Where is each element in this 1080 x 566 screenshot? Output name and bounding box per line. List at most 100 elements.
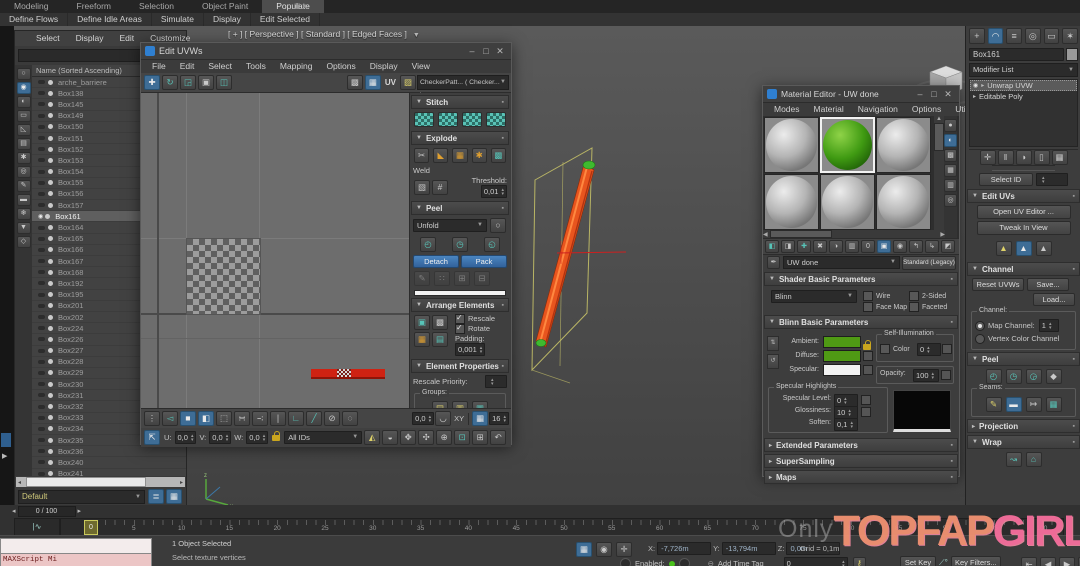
menu-select[interactable]: Select	[201, 60, 239, 73]
play-icon[interactable]: ▶	[1059, 557, 1075, 566]
make-unique-icon[interactable]: ◑	[829, 240, 843, 253]
scale-icon[interactable]: ◲	[180, 75, 196, 90]
put-material-icon[interactable]: ◨	[781, 240, 795, 253]
select-element-icon[interactable]: ◧	[198, 411, 214, 426]
material-editor-titlebar[interactable]: Material Editor - UW done – □ ✕	[763, 86, 959, 103]
modify-tab-icon[interactable]: ◠	[988, 28, 1004, 44]
ribbon-tool-define-idle-areas[interactable]: Define Idle Areas	[68, 13, 152, 26]
pack-button[interactable]: Pack	[461, 255, 507, 268]
menu-display[interactable]: Display	[69, 32, 111, 45]
quick-transform-icon[interactable]: ▲	[1036, 241, 1052, 256]
filter-visible-icon[interactable]: ◉	[17, 82, 31, 94]
frame-forward-icon[interactable]: ▸	[78, 507, 82, 515]
peel-mode-icon[interactable]: ◷	[452, 237, 468, 252]
ambient-color-swatch[interactable]	[823, 336, 861, 348]
rollout-extended-parameters[interactable]: ▸Extended Parameters▪	[764, 438, 958, 452]
u-field[interactable]: 0,0▴▾	[175, 431, 197, 444]
freeze-icon[interactable]: ◒	[382, 430, 398, 445]
padding-spinner[interactable]: 0,001▴▾	[455, 343, 485, 356]
rollout-blinn-basic[interactable]: ▼Blinn Basic Parameters▪	[764, 315, 958, 329]
select-id-spinner[interactable]: ▴▾	[1036, 173, 1068, 186]
filter-particles-icon[interactable]: ✱	[17, 152, 31, 164]
rollout-arrange-elements[interactable]: ▼Arrange Elements▪	[411, 298, 509, 312]
uv-space-button[interactable]: UV	[382, 78, 399, 87]
expand-to-seam-icon[interactable]: ⊞	[454, 271, 470, 286]
filter-all-icon[interactable]: ○	[17, 68, 31, 80]
list-item[interactable]: Box241	[32, 469, 186, 476]
utilities-tab-icon[interactable]: ✶	[1062, 28, 1078, 44]
rollout-stitch[interactable]: ▼Stitch▪	[411, 95, 509, 109]
menu-display[interactable]: Display	[363, 60, 405, 73]
shader-type-dropdown[interactable]: Blinn▼	[771, 290, 857, 303]
curve-editor-mini-icon[interactable]: |∿	[14, 518, 60, 536]
align-vertical-icon[interactable]: ∣	[270, 411, 286, 426]
weld-selected-icon[interactable]: #	[432, 180, 448, 195]
panel-splitter[interactable]	[992, 165, 1055, 171]
maximize-icon[interactable]: □	[927, 87, 941, 101]
object-color-swatch[interactable]	[1066, 48, 1078, 61]
material-slot[interactable]	[820, 174, 875, 230]
ribbon-tab-modeling[interactable]: Modeling	[0, 0, 63, 13]
ribbon-tool-edit-selected[interactable]: Edit Selected	[251, 13, 320, 26]
object-name-field[interactable]: Box161	[969, 48, 1064, 61]
ambient-diffuse-lock-icon[interactable]: ⇅	[767, 336, 779, 351]
rearrange-icon[interactable]: ▤	[432, 332, 448, 347]
dock-handle[interactable]	[1, 433, 11, 447]
point-to-point-seam-icon[interactable]: ∷	[434, 271, 450, 286]
map-channel-spinner[interactable]: 1▴▾	[1039, 319, 1059, 332]
rescale-priority-spinner[interactable]: ▴▾	[485, 375, 507, 388]
zoom-region-icon[interactable]: ⊡	[454, 430, 470, 445]
filter-spacewarps-icon[interactable]: ▤	[17, 138, 31, 150]
current-frame-spinner[interactable]: 0▴▾	[784, 557, 848, 566]
ribbon-tool-display[interactable]: Display	[204, 13, 251, 26]
motion-tab-icon[interactable]: ◎	[1025, 28, 1041, 44]
vertex-mode-icon[interactable]: ⋮	[144, 411, 160, 426]
absolute-typein-icon[interactable]: ⇱	[144, 430, 160, 445]
material-slot[interactable]	[764, 174, 819, 230]
w-field[interactable]: 0,0▴▾	[246, 431, 268, 444]
filter-helpers-icon[interactable]: ◺	[17, 124, 31, 136]
backlight-icon[interactable]: ◐	[944, 134, 957, 147]
load-uvws-button[interactable]: Load...	[1033, 293, 1075, 306]
key-mode-icon[interactable]: ⚷	[853, 557, 866, 566]
threshold-spinner[interactable]: 0,01▴▾	[481, 185, 507, 198]
quick-peel-icon[interactable]: ▲	[1016, 241, 1032, 256]
relative-absolute-icon[interactable]: ✛	[616, 542, 632, 557]
specular-level-map-button[interactable]	[861, 395, 871, 405]
ribbon-tab-selection[interactable]: Selection	[125, 0, 188, 13]
display-tab-icon[interactable]: ▭	[1044, 28, 1060, 44]
map-channel-radio[interactable]	[975, 321, 985, 331]
ribbon-tool-define-flows[interactable]: Define Flows	[0, 13, 68, 26]
lock-selection-icon[interactable]: ◉	[596, 542, 612, 557]
freeform-gizmo-icon[interactable]: ▣	[198, 75, 214, 90]
opacity-spinner[interactable]: 100▴▾	[913, 369, 939, 382]
stitch-to-target-icon[interactable]	[438, 112, 458, 127]
break-by-smoothing-icon[interactable]: ◣	[433, 148, 448, 163]
faceted-checkbox[interactable]	[909, 302, 919, 312]
rotate-angle-spinner[interactable]: 0,0▴▾	[412, 412, 434, 425]
shrink-to-seam-icon[interactable]: ⊟	[474, 271, 490, 286]
rollout-wrap[interactable]: ▼Wrap▪	[967, 435, 1080, 449]
pack-custom-icon[interactable]: ▦	[414, 332, 430, 347]
uv-checker-cluster[interactable]	[186, 238, 261, 315]
scroll-right-icon[interactable]: ▸	[178, 479, 185, 486]
stitch-custom-icon[interactable]	[414, 112, 434, 127]
quick-peel-icon[interactable]: ◴	[986, 369, 1002, 384]
hierarchy-tab-icon[interactable]: ≡	[1006, 28, 1022, 44]
menu-edit[interactable]: Edit	[173, 60, 202, 73]
modifier-stack-item[interactable]: ▸Editable Poly	[970, 91, 1077, 102]
layer-selector[interactable]: Default▼	[18, 490, 145, 504]
rollout-maps[interactable]: ▸Maps▪	[764, 470, 958, 484]
viewport-label[interactable]: [ + ] [ Perspective ] [ Standard ] [ Edg…	[228, 29, 420, 39]
material-slot[interactable]	[876, 174, 931, 230]
explorer-search-input[interactable]	[18, 49, 151, 62]
v-field[interactable]: 0,0▴▾	[209, 431, 231, 444]
configure-modifier-sets-icon[interactable]: ▦	[1052, 150, 1068, 165]
video-color-check-icon[interactable]: ▥	[944, 179, 957, 192]
diffuse-color-swatch[interactable]	[823, 350, 861, 362]
material-name-dropdown[interactable]: UW done▼	[783, 256, 900, 269]
dock-expand-icon[interactable]: ▶	[2, 452, 7, 460]
filter-lights-icon[interactable]: ◐	[17, 96, 31, 108]
stitch-to-average-icon[interactable]	[462, 112, 482, 127]
lock-selection-icon[interactable]	[272, 435, 280, 441]
